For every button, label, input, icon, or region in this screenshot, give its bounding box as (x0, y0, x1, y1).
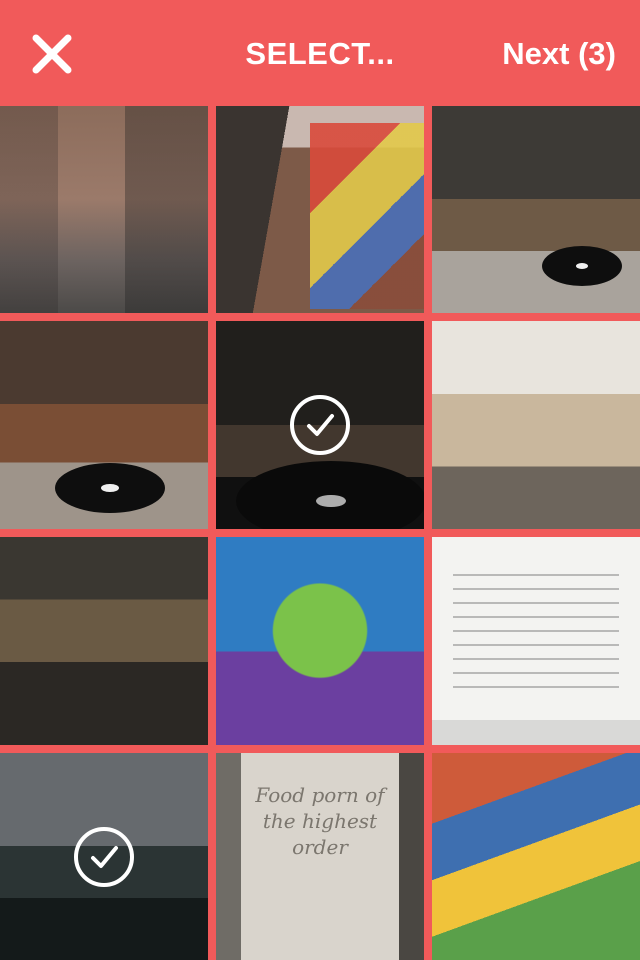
photo-tile-studio-turntable[interactable] (432, 106, 640, 313)
photo-falcon-model (432, 321, 640, 529)
check-icon (307, 414, 334, 436)
photo-tile-document[interactable] (432, 537, 640, 745)
photo-tile-arcade-passage[interactable] (0, 537, 208, 745)
page-title: SELECT... (245, 36, 395, 71)
document-text-lines (452, 574, 620, 700)
close-icon (32, 34, 72, 74)
graffiti-wall-art (309, 122, 424, 309)
close-button[interactable] (22, 24, 82, 84)
check-icon (91, 845, 118, 868)
photo-tile-falcon-model[interactable] (432, 321, 640, 529)
photo-frog-graffiti (216, 537, 424, 745)
photo-tile-graffiti-lane[interactable] (216, 106, 424, 313)
photo-arcade-passage (0, 537, 208, 745)
vinyl-disc (55, 463, 165, 513)
poster-text: Food porn of the highest order (255, 782, 385, 859)
photo-tile-canal[interactable] (0, 753, 208, 960)
photo-studio-turntable (432, 106, 640, 313)
vinyl-disc (542, 246, 622, 286)
photo-grid: Food porn of the highest order (0, 106, 640, 960)
top-bar: SELECT... Next (3) (0, 0, 640, 106)
photo-tile-school-mural[interactable] (432, 753, 640, 960)
photo-school-mural (432, 753, 640, 960)
photo-tile-vinyl-closeup[interactable] (216, 321, 424, 529)
next-button[interactable]: Next (3) (502, 30, 616, 78)
photo-alley-brick (0, 106, 208, 313)
photo-tile-food-poster[interactable]: Food porn of the highest order (216, 753, 424, 960)
photo-tile-studio-room[interactable] (0, 321, 208, 529)
photo-tile-alley-brick[interactable] (0, 106, 208, 313)
checkmark-circle-icon (74, 826, 134, 887)
checkmark-circle-icon (290, 395, 350, 455)
photo-tile-frog-graffiti[interactable] (216, 537, 424, 745)
